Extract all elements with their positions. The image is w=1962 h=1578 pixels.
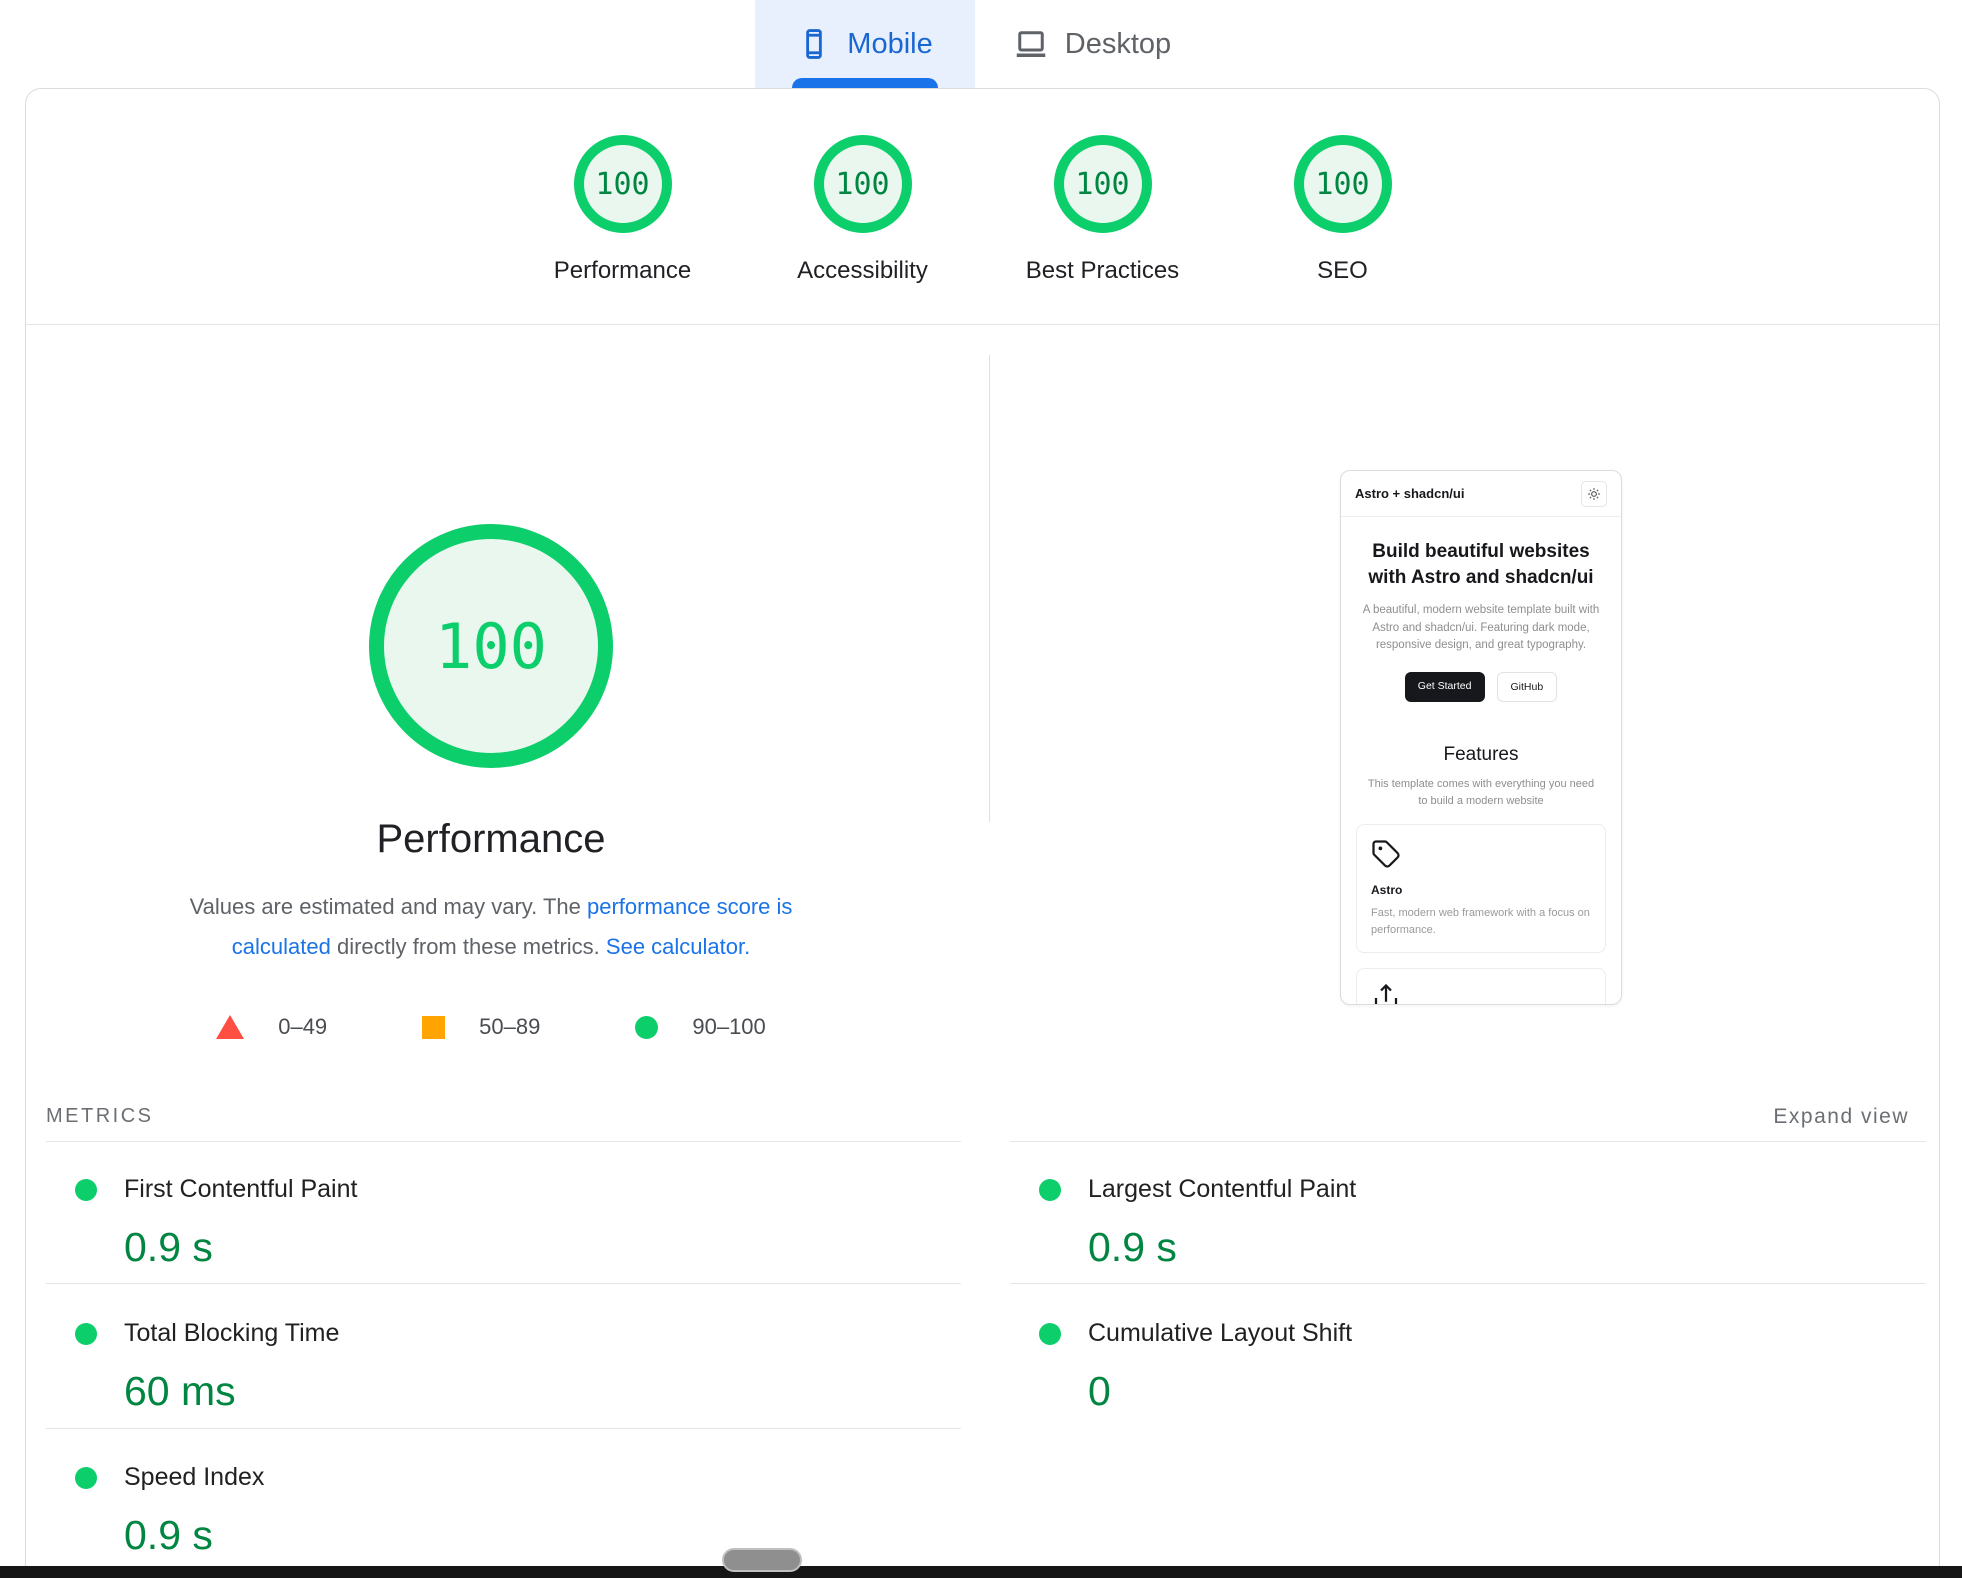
fail-triangle-icon: [216, 1015, 245, 1039]
category-scores-row: 100 Performance 100 Accessibility 100 Be…: [26, 135, 1939, 285]
tab-mobile-label: Mobile: [847, 27, 933, 60]
metric-label: First Contentful Paint: [124, 1175, 358, 1203]
score-range-legend: 0–49 50–89 90–100: [26, 1014, 956, 1040]
legend-item-pass: 90–100: [635, 1014, 766, 1040]
metric-value: 0.9 s: [124, 1224, 213, 1270]
tab-active-indicator: [792, 78, 938, 88]
pass-dot-icon: [1039, 1322, 1061, 1345]
bottom-bar: [0, 1566, 1962, 1578]
calculator-link[interactable]: See calculator.: [606, 934, 750, 959]
thumb-site-header: Astro + shadcn/ui: [1341, 471, 1621, 517]
report-card: 100 Performance 100 Accessibility 100 Be…: [25, 88, 1940, 1578]
category-best-practices[interactable]: 100 Best Practices: [983, 135, 1223, 285]
metric-value: 60 ms: [124, 1368, 236, 1414]
pass-dot-icon: [1039, 1178, 1061, 1201]
thumb-card-title: Astro: [1371, 883, 1403, 898]
divider: [1010, 1283, 1926, 1284]
thumb-github-button: GitHub: [1496, 672, 1558, 703]
thumb-features-text: This template comes with everything you …: [1367, 778, 1595, 807]
page-screenshot-thumbnail[interactable]: Astro + shadcn/ui Build beautiful websit…: [1340, 470, 1622, 1005]
metric-cumulative-layout-shift: Cumulative Layout Shift 0: [1010, 1295, 1925, 1415]
metric-largest-contentful-paint: Largest Contentful Paint 0.9 s: [1010, 1151, 1925, 1271]
accessibility-score-gauge: 100: [813, 135, 912, 233]
metric-label: Cumulative Layout Shift: [1088, 1319, 1353, 1347]
expand-view-button[interactable]: Expand view: [1773, 1105, 1909, 1129]
score-disclaimer: Values are estimated and may vary. The p…: [171, 887, 811, 967]
divider: [46, 1141, 961, 1142]
smartphone-icon: [797, 27, 831, 61]
sun-icon: [1581, 480, 1607, 507]
category-label: Best Practices: [1025, 257, 1180, 284]
performance-score-gauge: 100: [573, 135, 672, 233]
metric-first-contentful-paint: First Contentful Paint 0.9 s: [46, 1151, 961, 1271]
scores-divider: [26, 324, 1939, 325]
metric-value: 0: [1088, 1368, 1111, 1414]
best-practices-score-gauge: 100: [1053, 135, 1152, 233]
metrics-heading: METRICS: [46, 1105, 154, 1127]
metric-value: 0.9 s: [124, 1512, 213, 1558]
share-icon: [1371, 983, 1591, 1004]
performance-main-gauge: 100: [369, 524, 613, 768]
column-divider: [989, 355, 990, 822]
category-label: SEO: [1317, 257, 1368, 284]
divider: [46, 1283, 961, 1284]
legend-range: 90–100: [692, 1014, 766, 1039]
category-seo[interactable]: 100 SEO: [1223, 135, 1463, 285]
metric-label: Largest Contentful Paint: [1088, 1175, 1357, 1203]
pass-dot-icon: [75, 1178, 97, 1201]
legend-item-average: 50–89: [422, 1014, 540, 1040]
thumb-get-started-button: Get Started: [1404, 672, 1485, 703]
thumb-hero-buttons: Get Started GitHub: [1341, 672, 1621, 703]
legend-range: 50–89: [479, 1014, 541, 1039]
seo-score-gauge: 100: [1293, 135, 1392, 233]
device-tabbar: Mobile Desktop: [0, 0, 1962, 88]
metric-label: Speed Index: [124, 1463, 265, 1491]
tab-mobile[interactable]: Mobile: [755, 0, 975, 88]
disclaimer-text: Values are estimated and may vary. The: [189, 894, 587, 919]
metric-label: Total Blocking Time: [124, 1319, 340, 1347]
divider: [46, 1428, 961, 1429]
category-label: Accessibility: [797, 257, 928, 284]
metric-total-blocking-time: Total Blocking Time 60 ms: [46, 1295, 961, 1415]
thumb-hero-title: Build beautiful websites with Astro and …: [1368, 541, 1594, 588]
disclaimer-text: directly from these metrics.: [330, 934, 606, 959]
metric-speed-index: Speed Index 0.9 s: [46, 1439, 961, 1559]
laptop-icon: [1013, 26, 1049, 62]
thumb-feature-card-astro: Astro Fast, modern web framework with a …: [1356, 824, 1606, 954]
thumb-site-title: Astro + shadcn/ui: [1355, 486, 1465, 501]
pass-dot-icon: [75, 1466, 97, 1489]
tab-desktop-label: Desktop: [1064, 27, 1172, 60]
category-performance[interactable]: 100 Performance: [503, 135, 743, 285]
thumb-hero-text: A beautiful, modern website template bui…: [1362, 604, 1600, 651]
thumb-features-title: Features: [1443, 744, 1519, 766]
pass-circle-icon: [635, 1015, 659, 1039]
thumb-feature-card-shadcn: shadcn/ui: [1356, 968, 1606, 1004]
performance-section-title: Performance: [376, 817, 606, 861]
pass-dot-icon: [75, 1322, 97, 1345]
drag-handle[interactable]: [722, 1548, 802, 1572]
divider: [1010, 1141, 1926, 1142]
legend-item-fail: 0–49: [216, 1014, 327, 1040]
category-label: Performance: [553, 257, 692, 284]
tag-icon: [1371, 839, 1591, 869]
category-accessibility[interactable]: 100 Accessibility: [743, 135, 983, 285]
thumb-card-description: Fast, modern web framework with a focus …: [1371, 907, 1590, 936]
metric-value: 0.9 s: [1088, 1224, 1177, 1270]
legend-range: 0–49: [278, 1014, 328, 1039]
average-square-icon: [422, 1015, 446, 1039]
tab-desktop[interactable]: Desktop: [977, 0, 1207, 88]
